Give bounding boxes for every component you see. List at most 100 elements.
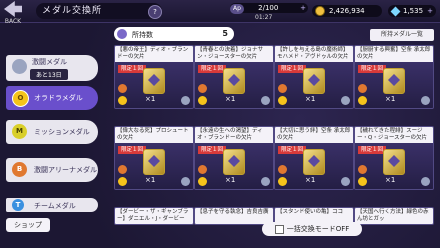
cost-icon — [181, 96, 190, 105]
orado-cost-icon — [118, 177, 127, 186]
medal-fragment-icon — [303, 68, 325, 94]
limit-badge: 限定１回 — [278, 65, 307, 73]
limit-badge: 限定１回 — [358, 146, 387, 154]
item-name: 【許しを与える島の魔術師】モハメド・アヴドゥルの欠片 — [275, 46, 353, 62]
orado-cost-icon — [278, 96, 287, 105]
exchange-item-card[interactable]: 【青春との決着】ジョナサン・ジョースターの欠片 限定１回 ×1 — [194, 45, 274, 109]
item-count: ×1 — [145, 95, 156, 103]
menu-gekito-label: 激闘メダル — [32, 58, 67, 66]
orado-cost-icon — [358, 177, 367, 186]
ap-timer: 01:27 — [255, 14, 273, 21]
menu-arena-label: 激闘アリーナメダル — [34, 166, 97, 174]
limit-badge: 限定１回 — [358, 65, 387, 73]
orado-cost-icon — [198, 177, 207, 186]
exchange-item-card[interactable]: 【大切に思う絆】空条 承太郎の欠片 限定１回 ×1 — [274, 126, 354, 190]
gem-value: 1,535 — [403, 7, 424, 15]
gem-counter: 1,535 + — [388, 5, 436, 17]
bulk-exchange-label: 一括交換モードOFF — [286, 225, 350, 233]
gem-plus-button[interactable]: + — [427, 5, 433, 17]
item-body: 限定１回 ×1 — [195, 62, 273, 108]
cost-icon — [341, 177, 350, 186]
exchange-item-card[interactable]: 【厨厨する興奮】空条 承太郎の欠片限定１回 ×1 — [354, 45, 434, 109]
item-body: 限定１回 ×1 — [355, 62, 433, 108]
help-button[interactable]: ? — [148, 5, 162, 19]
medal-fragment-icon — [303, 149, 325, 175]
medal-fragment-icon — [143, 68, 165, 94]
mission-medal-icon: M — [12, 124, 27, 139]
item-name: 【厨厨する興奮】空条 承太郎の欠片 — [355, 46, 433, 62]
exchange-item-card[interactable]: 【天国へ行く方法】緑色の赤ん坊とガッ — [354, 207, 434, 225]
item-name: 【偉大なる死】プロシュートの欠片 — [115, 127, 193, 143]
cost-icon — [358, 165, 367, 174]
cost-icon — [341, 96, 350, 105]
limit-badge: 限定１回 — [118, 65, 147, 73]
cost-icon — [198, 84, 207, 93]
cost-icon — [118, 84, 127, 93]
exchange-item-card[interactable]: 【息子を守る執念】吉良吉廣 — [194, 207, 274, 225]
item-name: 【永遠の生への渇望】ディオ・ブランドーの欠片 — [195, 127, 273, 143]
back-button[interactable]: BACK — [2, 1, 24, 29]
exchange-item-card[interactable]: 【許しを与える島の魔術師】モハメド・アヴドゥルの欠片 限定１回 ×1 — [274, 45, 354, 109]
orado-cost-icon — [278, 177, 287, 186]
item-body: 限定１回 ×1 — [115, 143, 193, 189]
cost-icon — [181, 177, 190, 186]
item-count: ×1 — [305, 176, 316, 184]
item-name: 【悪の帝王】ディオ・ブランドーの欠片 — [115, 46, 193, 62]
item-body: 限定１回 ×1 — [355, 143, 433, 189]
item-body: 限定１回 ×1 — [275, 143, 353, 189]
exchange-item-card[interactable]: 【ダービー・ザ・ギャンブラー】ダニエル・J・ダービー — [114, 207, 194, 225]
menu-arena-medal[interactable]: B 激闘アリーナメダル — [6, 158, 98, 182]
shop-button[interactable]: ショップ — [6, 218, 50, 232]
item-count: ×1 — [385, 95, 396, 103]
coin-icon — [315, 6, 325, 16]
item-name: 【穢れてきた程緋】スージー・Q・ジョースターの欠片 — [355, 127, 433, 143]
exchange-item-card[interactable]: 【悪の帝王】ディオ・ブランドーの欠片限定１回 ×1 — [114, 45, 194, 109]
back-label: BACK — [4, 18, 22, 25]
cost-icon — [261, 96, 270, 105]
menu-team-label: チームメダル — [34, 202, 76, 210]
cost-icon — [421, 177, 430, 186]
medal-fragment-icon — [223, 68, 245, 94]
item-name: 【天国へ行く方法】緑色の赤ん坊とガッ — [355, 208, 433, 224]
coin-counter: 2,426,934 — [312, 5, 382, 17]
medal-fragment-icon — [143, 149, 165, 175]
menu-team-medal[interactable]: T チームメダル — [6, 198, 98, 212]
item-body: 限定１回 ×1 — [275, 62, 353, 108]
item-count: ×1 — [385, 176, 396, 184]
cost-icon — [278, 165, 287, 174]
held-label: 所持数 — [132, 31, 153, 39]
orado-medal-icon — [117, 29, 127, 39]
orado-cost-icon — [118, 96, 127, 105]
cost-icon — [278, 84, 287, 93]
item-count: ×1 — [145, 176, 156, 184]
owned-medal-list-button[interactable]: 所持メダル一覧 — [370, 29, 434, 41]
item-body: 限定１回 ×1 — [195, 143, 273, 189]
team-medal-icon: T — [12, 199, 24, 211]
bulk-exchange-toggle[interactable]: 一括交換モードOFF — [262, 222, 362, 236]
medal-fragment-icon — [383, 149, 405, 175]
limit-badge: 限定１回 — [198, 65, 227, 73]
checkbox-icon — [274, 224, 284, 234]
menu-gekito-medal[interactable]: 激闘メダル あと13日 — [6, 55, 98, 81]
gekito-remaining-days: あと13日 — [30, 69, 68, 80]
coin-value: 2,426,934 — [329, 7, 365, 15]
item-name: 【ダービー・ザ・ギャンブラー】ダニエル・J・ダービー — [115, 208, 193, 224]
ap-key: Ap — [230, 4, 244, 14]
item-name: 【息子を守る執念】吉良吉廣 — [195, 208, 273, 224]
exchange-item-card[interactable]: 【穢れてきた程緋】スージー・Q・ジョースターの欠片限定１回 ×1 — [354, 126, 434, 190]
item-name: 【青春との決着】ジョナサン・ジョースターの欠片 — [195, 46, 273, 62]
exchange-item-card[interactable]: 【永遠の生への渇望】ディオ・ブランドーの欠片 限定１回 ×1 — [194, 126, 274, 190]
ap-value: 2/100 — [258, 4, 279, 12]
menu-orado-medal[interactable]: O オラドラメダル — [6, 86, 98, 110]
item-body: 限定１回 ×1 — [115, 62, 193, 108]
cost-icon — [198, 165, 207, 174]
orado-medal-icon: O — [12, 90, 29, 107]
ap-plus-button[interactable]: + — [300, 3, 306, 13]
orado-cost-icon — [358, 96, 367, 105]
page-title: メダル交換所 — [36, 3, 162, 19]
cost-icon — [358, 84, 367, 93]
exchange-item-card[interactable]: 【偉大なる死】プロシュートの欠片 限定１回 ×1 — [114, 126, 194, 190]
item-name: 【大切に思う絆】空条 承太郎の欠片 — [275, 127, 353, 143]
held-medal-count: 所持数 5 — [114, 27, 234, 41]
menu-mission-medal[interactable]: M ミッションメダル — [6, 120, 98, 144]
